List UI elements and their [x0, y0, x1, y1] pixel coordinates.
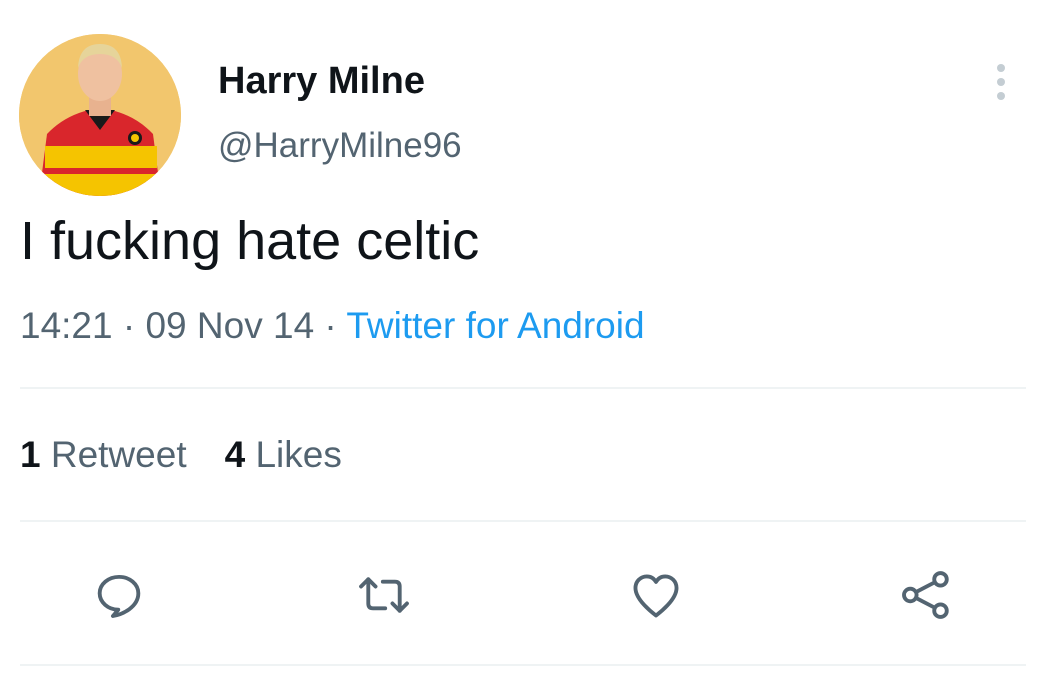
- retweets-label: Retweet: [50, 434, 187, 475]
- share-icon: [902, 571, 949, 619]
- tweet-source-link[interactable]: Twitter for Android: [346, 305, 644, 346]
- like-button[interactable]: [627, 566, 685, 624]
- tweet-date[interactable]: 09 Nov 14: [145, 305, 314, 346]
- meta-separator: ·: [112, 305, 146, 346]
- retweets-stat[interactable]: 1 Retweet: [20, 434, 187, 475]
- user-handle[interactable]: @HarryMilne96: [218, 126, 462, 166]
- retweets-count: 1: [20, 434, 41, 475]
- reply-icon: [97, 574, 141, 618]
- display-name[interactable]: Harry Milne: [218, 60, 425, 103]
- meta-separator: ·: [314, 305, 347, 346]
- avatar-image: [19, 34, 181, 196]
- divider: [20, 520, 1026, 522]
- heart-icon: [633, 574, 679, 618]
- tweet-stats: 1 Retweet 4 Likes: [20, 434, 342, 476]
- divider: [20, 664, 1026, 666]
- more-vertical-icon: [997, 64, 1005, 100]
- likes-label: Likes: [255, 434, 342, 475]
- tweet-time[interactable]: 14:21: [20, 305, 113, 346]
- tweet-text: I fucking hate celtic: [20, 211, 480, 271]
- share-button[interactable]: [897, 566, 955, 624]
- likes-stat[interactable]: 4 Likes: [225, 434, 342, 475]
- reply-button[interactable]: [90, 566, 148, 624]
- divider: [20, 387, 1026, 389]
- likes-count: 4: [224, 434, 246, 475]
- retweet-button[interactable]: [355, 566, 413, 624]
- tweet-metadata: 14:21 · 09 Nov 14 · Twitter for Android: [20, 305, 645, 347]
- retweet-icon: [359, 577, 409, 613]
- avatar[interactable]: [19, 34, 181, 196]
- more-options-button[interactable]: [988, 62, 1014, 102]
